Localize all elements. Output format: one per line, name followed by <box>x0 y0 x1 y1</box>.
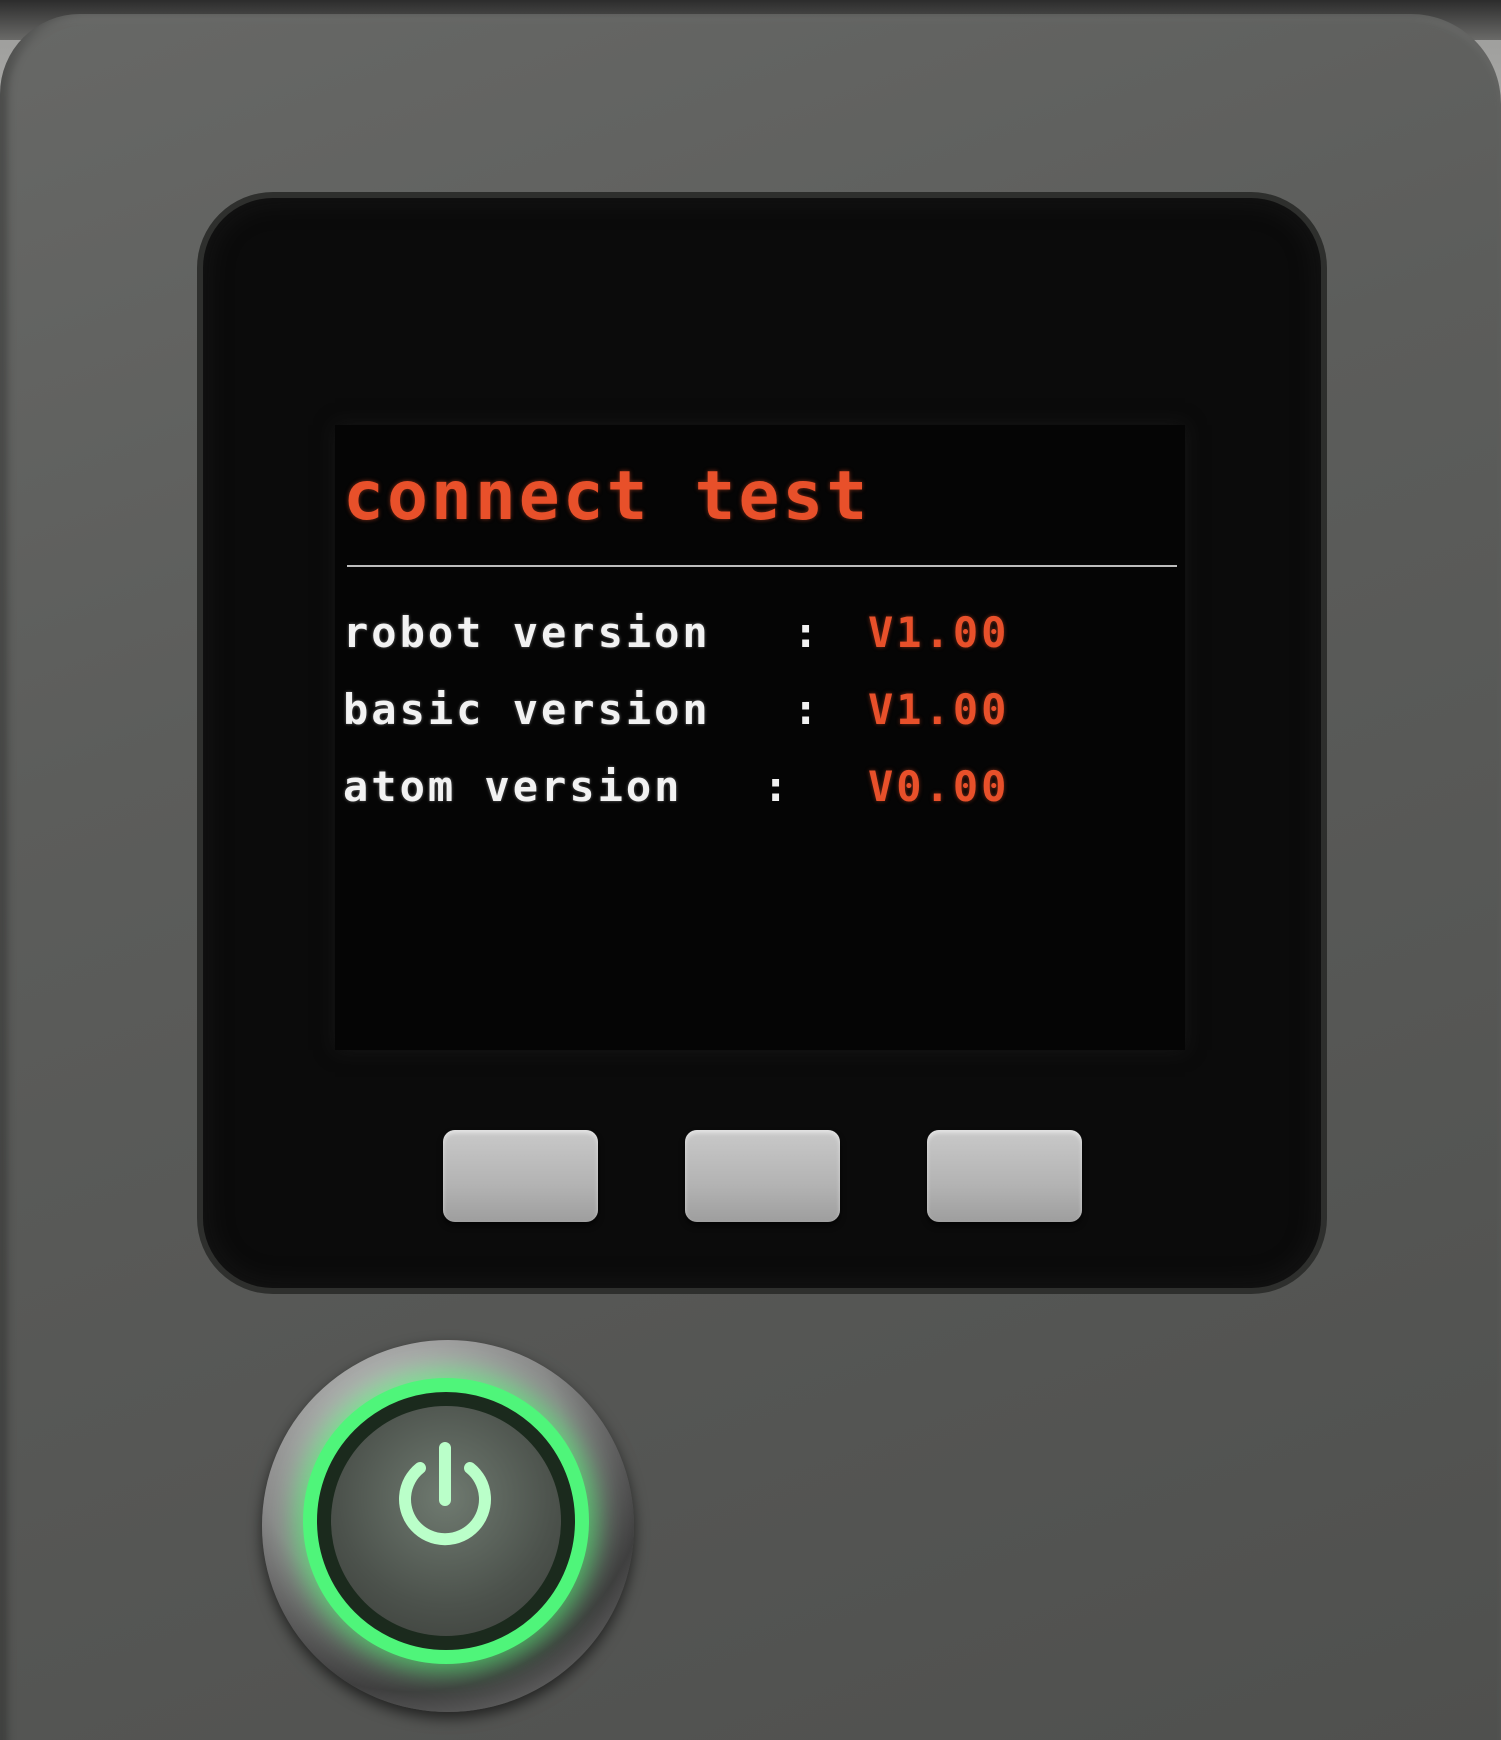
robot-version-label: robot version <box>343 608 711 657</box>
atom-version-label: atom version <box>343 762 683 811</box>
basic-version-row: basic version : V1.00 <box>343 685 1183 745</box>
button-b[interactable] <box>685 1130 840 1222</box>
atom-version-colon: : <box>763 762 792 811</box>
atom-version-value: V0.00 <box>868 762 1010 811</box>
button-a[interactable] <box>443 1130 598 1222</box>
lcd-screen: connect test robot version : V1.00 basic… <box>335 425 1185 1050</box>
robot-version-value: V1.00 <box>868 608 1010 657</box>
robot-version-row: robot version : V1.00 <box>343 608 1183 668</box>
screen-title: connect test <box>343 457 871 536</box>
basic-version-value: V1.00 <box>868 685 1010 734</box>
basic-version-label: basic version <box>343 685 711 734</box>
button-c[interactable] <box>927 1130 1082 1222</box>
atom-version-row: atom version : V0.00 <box>343 762 1183 822</box>
title-divider <box>347 565 1177 567</box>
basic-version-colon: : <box>793 685 822 734</box>
power-icon <box>399 1442 491 1546</box>
device-photo: connect test robot version : V1.00 basic… <box>0 0 1501 1740</box>
robot-version-colon: : <box>793 608 822 657</box>
